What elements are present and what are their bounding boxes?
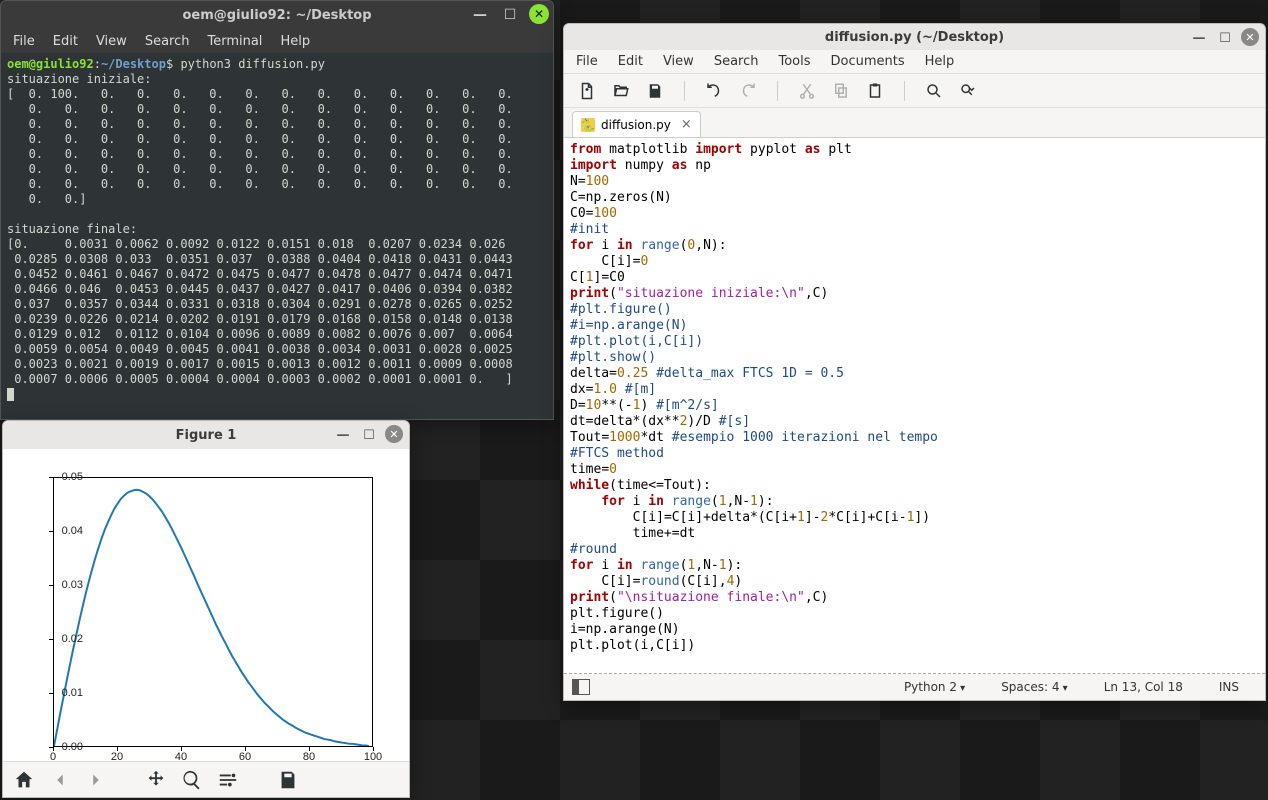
editor-statusbar: Python 2 Spaces: 4 Ln 13, Col 18 INS xyxy=(564,674,1265,700)
figure-window: Figure 1 — ☐ ✕ 0.000.010.020.030.040.05 … xyxy=(2,420,410,798)
output-final-array: [0. 0.0031 0.0062 0.0092 0.0122 0.0151 0… xyxy=(7,237,513,386)
menu-file[interactable]: File xyxy=(576,54,598,69)
menu-search[interactable]: Search xyxy=(145,34,190,49)
indent-selector[interactable]: Spaces: 4 xyxy=(983,680,1086,694)
editor-tabbar: 🐍 diffusion.py × xyxy=(564,108,1265,138)
terminal-body[interactable]: oem@giulio92:~/Desktop$ python3 diffusio… xyxy=(1,53,553,419)
editor-textarea[interactable]: from matplotlib import pyplot as plt imp… xyxy=(564,138,1265,674)
tab-diffusion[interactable]: 🐍 diffusion.py × xyxy=(572,111,701,137)
cursor-position: Ln 13, Col 18 xyxy=(1086,680,1201,694)
editor-title: diffusion.py (~/Desktop) xyxy=(825,30,1004,45)
line-plot xyxy=(54,478,372,746)
minimize-button[interactable]: — xyxy=(469,4,491,26)
terminal-menubar: File Edit View Search Terminal Help xyxy=(1,29,553,53)
terminal-titlebar[interactable]: oem@giulio92: ~/Desktop — ☐ ✕ xyxy=(1,1,553,29)
minimize-button[interactable]: — xyxy=(1189,28,1209,48)
python-file-icon: 🐍 xyxy=(581,118,595,132)
menu-tools[interactable]: Tools xyxy=(778,54,810,69)
save-icon[interactable] xyxy=(646,82,664,100)
menu-view[interactable]: View xyxy=(663,54,694,69)
home-icon[interactable] xyxy=(13,769,35,791)
forward-icon[interactable] xyxy=(85,769,107,791)
menu-search[interactable]: Search xyxy=(714,54,759,69)
x-tick-label: 20 xyxy=(111,751,123,763)
close-button[interactable]: ✕ xyxy=(1241,28,1259,46)
x-tick-label: 100 xyxy=(364,751,382,763)
configure-icon[interactable] xyxy=(217,769,239,791)
menu-help[interactable]: Help xyxy=(925,54,955,69)
menu-help[interactable]: Help xyxy=(280,34,310,49)
move-icon[interactable] xyxy=(145,769,167,791)
close-button[interactable]: ✕ xyxy=(385,425,403,443)
side-panel-toggle[interactable] xyxy=(572,679,590,695)
terminal-title: oem@giulio92: ~/Desktop xyxy=(182,8,371,23)
diffusion-curve xyxy=(54,490,369,746)
tab-close-icon[interactable]: × xyxy=(681,117,692,132)
new-file-icon[interactable] xyxy=(578,82,596,100)
output-label-initial: situazione iniziale: xyxy=(7,72,152,86)
save-icon[interactable] xyxy=(277,769,299,791)
copy-icon[interactable] xyxy=(832,82,850,100)
menu-terminal[interactable]: Terminal xyxy=(207,34,262,49)
figure-title: Figure 1 xyxy=(176,428,237,443)
editor-toolbar xyxy=(564,74,1265,108)
cut-icon[interactable] xyxy=(798,82,816,100)
zoom-icon[interactable] xyxy=(181,769,203,791)
open-file-icon[interactable] xyxy=(612,82,630,100)
figure-toolbar xyxy=(3,761,409,797)
undo-icon[interactable] xyxy=(705,82,723,100)
maximize-button[interactable]: ☐ xyxy=(359,425,379,445)
terminal-cursor xyxy=(7,388,14,401)
editor-titlebar[interactable]: diffusion.py (~/Desktop) — ☐ ✕ xyxy=(564,24,1265,50)
back-icon[interactable] xyxy=(49,769,71,791)
maximize-button[interactable]: ☐ xyxy=(1215,28,1235,48)
output-initial-array: [ 0. 100. 0. 0. 0. 0. 0. 0. 0. 0. 0. 0. … xyxy=(7,87,513,206)
minimize-button[interactable]: — xyxy=(333,425,353,445)
figure-titlebar[interactable]: Figure 1 — ☐ ✕ xyxy=(3,421,409,449)
plot-axes xyxy=(53,477,373,747)
menu-edit[interactable]: Edit xyxy=(53,34,78,49)
x-tick-label: 80 xyxy=(303,751,315,763)
terminal-window: oem@giulio92: ~/Desktop — ☐ ✕ File Edit … xyxy=(0,0,554,420)
menu-documents[interactable]: Documents xyxy=(831,54,905,69)
menu-file[interactable]: File xyxy=(13,34,35,49)
tab-label: diffusion.py xyxy=(601,118,671,132)
redo-icon[interactable] xyxy=(739,82,757,100)
prompt-symbol: $ xyxy=(166,57,173,71)
prompt-user: oem@giulio92 xyxy=(7,57,94,71)
paste-icon[interactable] xyxy=(866,82,884,100)
editor-window: diffusion.py (~/Desktop) — ☐ ✕ File Edit… xyxy=(563,23,1266,701)
x-tick-label: 40 xyxy=(175,751,187,763)
x-tick-label: 0 xyxy=(50,751,56,763)
find-replace-icon[interactable] xyxy=(959,82,977,100)
editor-menubar: File Edit View Search Tools Documents He… xyxy=(564,50,1265,74)
language-selector[interactable]: Python 2 xyxy=(886,680,983,694)
menu-view[interactable]: View xyxy=(96,34,127,49)
figure-canvas: 0.000.010.020.030.040.05 020406080100 xyxy=(3,449,409,761)
prompt-path: ~/Desktop xyxy=(101,57,166,71)
command-text: python3 diffusion.py xyxy=(180,57,325,71)
x-tick-label: 60 xyxy=(239,751,251,763)
close-button[interactable]: ✕ xyxy=(529,4,549,24)
maximize-button[interactable]: ☐ xyxy=(499,4,521,26)
output-label-final: situazione finale: xyxy=(7,222,137,236)
search-icon[interactable] xyxy=(925,82,943,100)
menu-edit[interactable]: Edit xyxy=(618,54,643,69)
insert-mode[interactable]: INS xyxy=(1201,680,1257,694)
